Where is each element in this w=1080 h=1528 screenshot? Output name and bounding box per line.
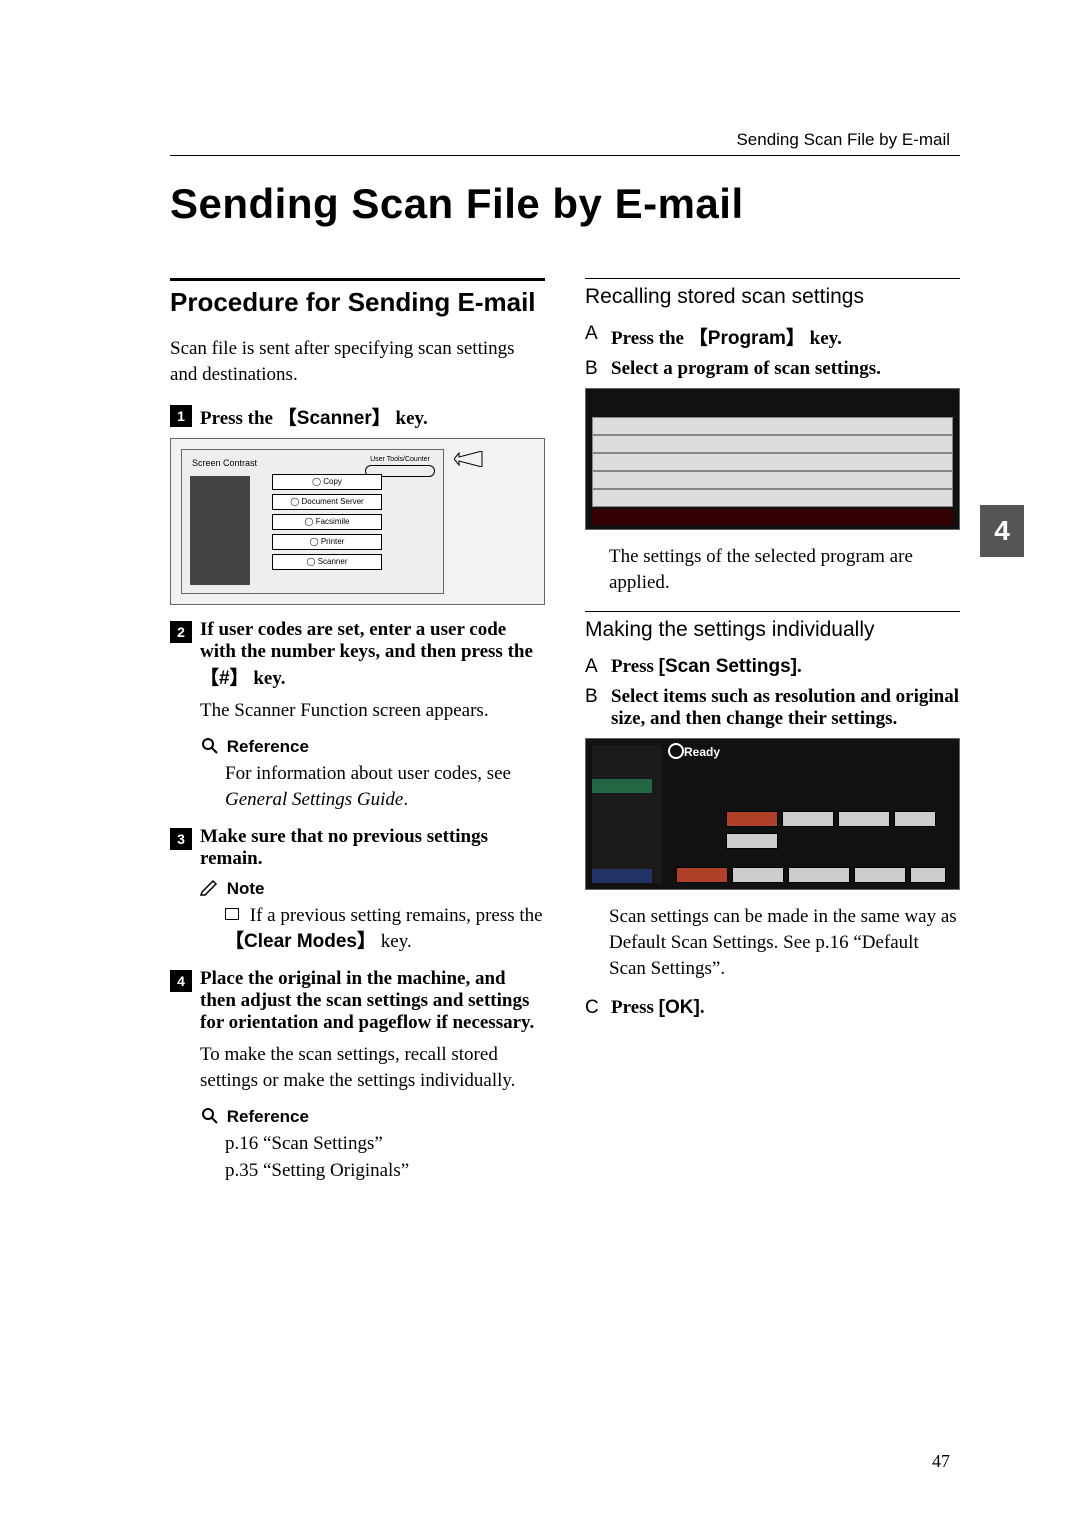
subhead-individual: Making the settings individually xyxy=(585,618,960,642)
panel-copy-button: ◯ Copy xyxy=(272,474,382,490)
step-number-icon: 2 xyxy=(170,621,192,643)
reference-body: For information about user codes, see Ge… xyxy=(225,761,545,812)
step-3-text: Make sure that no previous settings rema… xyxy=(200,826,545,870)
substep-letter: A xyxy=(585,323,603,350)
step-4: 4 Place the original in the machine, and… xyxy=(170,968,545,1034)
substep-letter: B xyxy=(585,686,603,730)
section-heading: Procedure for Sending E-mail xyxy=(170,287,545,318)
panel-printer-button: ◯ Printer xyxy=(272,534,382,550)
page-title: Sending Scan File by E-mail xyxy=(170,180,960,228)
panel-docserver-button: ◯ Document Server xyxy=(272,494,382,510)
step-2: 2 If user codes are set, enter a user co… xyxy=(170,619,545,690)
control-panel-screenshot: Screen Contrast User Tools/Counter ◯ Cop… xyxy=(170,438,545,605)
step-2-post: key. xyxy=(249,668,286,689)
sub1-body: The settings of the selected program are… xyxy=(609,544,960,595)
note-heading: Note xyxy=(200,878,545,899)
book-title: General Settings Guide xyxy=(225,789,403,810)
chapter-tab: 4 xyxy=(980,505,1024,557)
scanner-key: Scanner xyxy=(278,408,391,429)
substep-b-text: Select a program of scan settings. xyxy=(611,358,960,380)
step-1: 1 Press the Scanner key. xyxy=(170,403,545,430)
reference-line-2: p.35 “Setting Originals” xyxy=(225,1158,545,1184)
note-body: If a previous setting remains, press the… xyxy=(225,903,545,954)
reference-label: Reference xyxy=(227,1107,309,1126)
step-4-text: Place the original in the machine, and t… xyxy=(200,968,545,1034)
program-list-screenshot xyxy=(585,388,960,530)
ready-label: Ready xyxy=(684,745,720,759)
panel-scanner-button: ◯ Scanner xyxy=(272,554,382,570)
section-rule xyxy=(170,278,545,281)
program-key: Program xyxy=(689,328,805,349)
page-number: 47 xyxy=(932,1451,950,1472)
reference-label: Reference xyxy=(227,737,309,756)
reference-heading-2: Reference xyxy=(200,1106,545,1127)
step-1-pre: Press the xyxy=(200,408,278,429)
reference-line-1: p.16 “Scan Settings” xyxy=(225,1131,545,1157)
note-label: Note xyxy=(227,879,265,898)
sub2-body: Scan settings can be made in the same wa… xyxy=(609,904,960,981)
scan-settings-screenshot: Ready xyxy=(585,738,960,890)
step-1-post: key. xyxy=(391,408,428,429)
reference-icon xyxy=(200,1106,218,1124)
right-column: Recalling stored scan settings A Press t… xyxy=(585,268,960,1196)
ok-button-label: [OK] xyxy=(659,997,700,1018)
panel-fax-button: ◯ Facsimile xyxy=(272,514,382,530)
step-number-icon: 3 xyxy=(170,828,192,850)
reference-heading: Reference xyxy=(200,736,545,757)
scan-settings-button-label: [Scan Settings] xyxy=(659,656,797,677)
substep-b: B Select a program of scan settings. xyxy=(585,358,960,380)
step-4-body: To make the scan settings, recall stored… xyxy=(200,1042,545,1093)
arrow-icon xyxy=(454,451,484,467)
clear-modes-key: Clear Modes xyxy=(225,931,376,952)
hash-key: # xyxy=(200,668,249,689)
substep-letter: C xyxy=(585,997,603,1019)
panel-tools-text: User Tools/Counter xyxy=(370,456,430,463)
box-bullet-icon xyxy=(225,908,239,920)
substep-a2: A Press [Scan Settings]. xyxy=(585,656,960,678)
substep-c: C Press [OK]. xyxy=(585,997,960,1019)
note-icon xyxy=(200,878,218,896)
step-number-icon: 4 xyxy=(170,970,192,992)
step-2-pre: If user codes are set, enter a user code… xyxy=(200,619,533,662)
subhead-recall: Recalling stored scan settings xyxy=(585,285,960,309)
step-2-body: The Scanner Function screen appears. xyxy=(200,698,545,724)
subsection-rule xyxy=(585,611,960,612)
panel-side-icons xyxy=(190,476,250,585)
substep-a: A Press the Program key. xyxy=(585,323,960,350)
substep-letter: B xyxy=(585,358,603,380)
step-3: 3 Make sure that no previous settings re… xyxy=(170,826,545,870)
substep-b2: B Select items such as resolution and or… xyxy=(585,686,960,730)
subsection-rule xyxy=(585,278,960,279)
substep-b2-text: Select items such as resolution and orig… xyxy=(611,686,960,730)
running-head: Sending Scan File by E-mail xyxy=(736,130,950,150)
panel-screen-label: Screen Contrast xyxy=(192,458,257,468)
left-column: Procedure for Sending E-mail Scan file i… xyxy=(170,268,545,1196)
intro-text: Scan file is sent after specifying scan … xyxy=(170,336,545,387)
reference-icon xyxy=(200,736,218,754)
substep-letter: A xyxy=(585,656,603,678)
step-number-icon: 1 xyxy=(170,405,192,427)
top-rule xyxy=(170,155,960,156)
